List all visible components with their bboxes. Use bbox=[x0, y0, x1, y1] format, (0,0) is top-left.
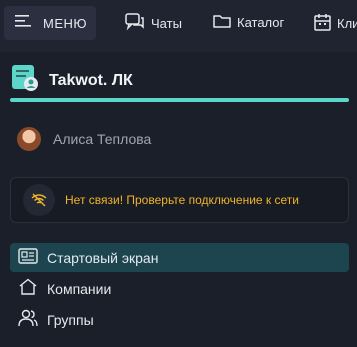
calendar-icon bbox=[314, 13, 331, 34]
hamburger-icon bbox=[15, 14, 33, 33]
sidebar-item-groups[interactable]: Группы bbox=[10, 305, 349, 334]
sidebar-item-start-screen[interactable]: Стартовый экран bbox=[10, 243, 349, 272]
topnav-chats[interactable]: Чаты bbox=[125, 13, 182, 34]
folder-icon bbox=[213, 13, 231, 32]
sidebar-item-label: Группы bbox=[47, 311, 94, 328]
home-screen-icon bbox=[18, 247, 38, 268]
user-name: Алиса Теплова bbox=[53, 131, 152, 147]
document-user-icon bbox=[12, 65, 38, 96]
topnav-chats-label: Чаты bbox=[151, 16, 182, 31]
brand-title: Takwot. ЛК bbox=[49, 71, 133, 89]
chat-icon bbox=[125, 13, 145, 34]
sidebar: Takwot. ЛК Алиса Теплова Нет связи! Пров… bbox=[0, 52, 357, 347]
topnav-clients[interactable]: Кли bbox=[314, 13, 357, 34]
brand-divider bbox=[10, 98, 349, 102]
sidebar-item-label: Стартовый экран bbox=[47, 249, 159, 266]
sidebar-item-label: Компании bbox=[47, 280, 112, 297]
alert-text: Нет связи! Проверьте подключение к сети bbox=[65, 193, 299, 207]
menu-button[interactable]: МЕНЮ bbox=[4, 6, 96, 40]
avatar bbox=[17, 127, 41, 151]
no-wifi-icon bbox=[23, 184, 55, 216]
topnav-catalog-label: Каталог bbox=[237, 15, 285, 30]
group-icon bbox=[18, 309, 38, 330]
menu-label: МЕНЮ bbox=[43, 15, 88, 31]
topnav-catalog[interactable]: Каталог bbox=[213, 13, 284, 32]
topnav-clients-label: Кли bbox=[337, 16, 357, 31]
user-profile[interactable]: Алиса Теплова bbox=[17, 127, 151, 151]
house-icon bbox=[18, 278, 38, 299]
top-bar: МЕНЮ Чаты Каталог Кли bbox=[0, 0, 357, 44]
brand[interactable]: Takwot. ЛК bbox=[12, 65, 133, 96]
sidebar-item-companies[interactable]: Компании bbox=[10, 274, 349, 303]
connection-alert: Нет связи! Проверьте подключение к сети bbox=[10, 177, 349, 223]
